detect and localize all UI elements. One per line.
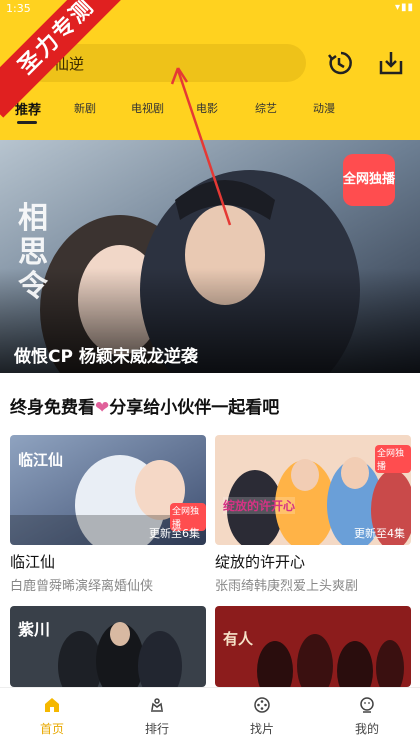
- banner-caption: 做恨CP 杨颖宋威龙逆袭: [14, 347, 198, 367]
- download-icon[interactable]: [376, 48, 406, 78]
- tab-new[interactable]: 新剧: [74, 100, 96, 116]
- share-promo[interactable]: 终身免费看❤分享给小伙伴一起看吧: [10, 393, 279, 418]
- nav-profile[interactable]: 我的: [327, 696, 407, 737]
- category-tabs: 推荐 新剧 电视剧 电影 综艺 动漫: [0, 96, 420, 130]
- episode-status: 更新至6集: [149, 527, 200, 540]
- nav-ranking[interactable]: 排行: [117, 696, 197, 737]
- tab-indicator: [17, 121, 37, 124]
- episode-status: 更新至4集: [354, 527, 405, 540]
- tab-movie[interactable]: 电影: [196, 100, 218, 116]
- profile-icon: [360, 697, 374, 713]
- drama-thumbnail[interactable]: 绽放的许开心 全网独播 更新至4集: [215, 435, 411, 545]
- bottom-nav: 首页 排行 找片 我的: [0, 687, 420, 748]
- promo-text-before: 终身免费看: [10, 398, 95, 418]
- tab-variety[interactable]: 综艺: [255, 100, 277, 116]
- banner-poster-title: 相思令: [18, 201, 48, 304]
- carousel-dots[interactable]: [343, 362, 412, 373]
- nav-discover[interactable]: 找片: [222, 696, 302, 737]
- history-icon[interactable]: [326, 48, 356, 78]
- drama-card[interactable]: 临江仙 全网独播 更新至6集 临江仙 白鹿曾舜晞演绎离婚仙侠: [10, 435, 206, 594]
- drama-subtitle: 白鹿曾舜晞演绎离婚仙侠: [10, 579, 154, 594]
- exclusive-badge: 全网独播: [343, 154, 395, 206]
- hero-banner[interactable]: 相思令 全网独播 做恨CP 杨颖宋威龙逆袭: [0, 140, 420, 373]
- promo-text-after: 分享给小伙伴一起看吧: [109, 398, 280, 418]
- nav-label: 找片: [249, 722, 274, 736]
- heart-icon: ❤: [95, 398, 110, 418]
- drama-thumbnail[interactable]: 有人: [215, 606, 411, 687]
- tab-anime[interactable]: 动漫: [313, 100, 335, 116]
- nav-label: 排行: [144, 722, 169, 736]
- nav-home[interactable]: 首页: [12, 696, 92, 737]
- drama-thumbnail[interactable]: 临江仙 全网独播 更新至6集: [10, 435, 206, 545]
- poster-title: 紫川: [18, 620, 51, 639]
- poster-title: 临江仙: [18, 451, 64, 469]
- poster-title: 绽放的许开心: [223, 497, 296, 514]
- drama-card[interactable]: 紫川: [10, 606, 206, 687]
- status-time: 1:35: [6, 2, 31, 15]
- ranking-icon: [151, 698, 163, 712]
- drama-thumbnail[interactable]: 紫川: [10, 606, 206, 687]
- nav-label: 首页: [39, 722, 64, 736]
- nav-label: 我的: [354, 722, 379, 736]
- drama-card[interactable]: 有人: [215, 606, 411, 687]
- tab-tv[interactable]: 电视剧: [131, 100, 164, 116]
- drama-title[interactable]: 临江仙: [10, 551, 206, 572]
- poster-title: 有人: [223, 630, 254, 648]
- drama-card[interactable]: 绽放的许开心 全网独播 更新至4集 绽放的许开心 张雨绮韩庚烈爱上头爽剧: [215, 435, 411, 594]
- exclusive-badge: 全网独播: [375, 445, 411, 473]
- status-icons: ▾▮▮: [394, 2, 414, 13]
- discover-icon: [254, 697, 270, 713]
- drama-subtitle: 张雨绮韩庚烈爱上头爽剧: [215, 579, 359, 594]
- drama-title[interactable]: 绽放的许开心: [215, 551, 411, 572]
- home-icon: [45, 698, 59, 712]
